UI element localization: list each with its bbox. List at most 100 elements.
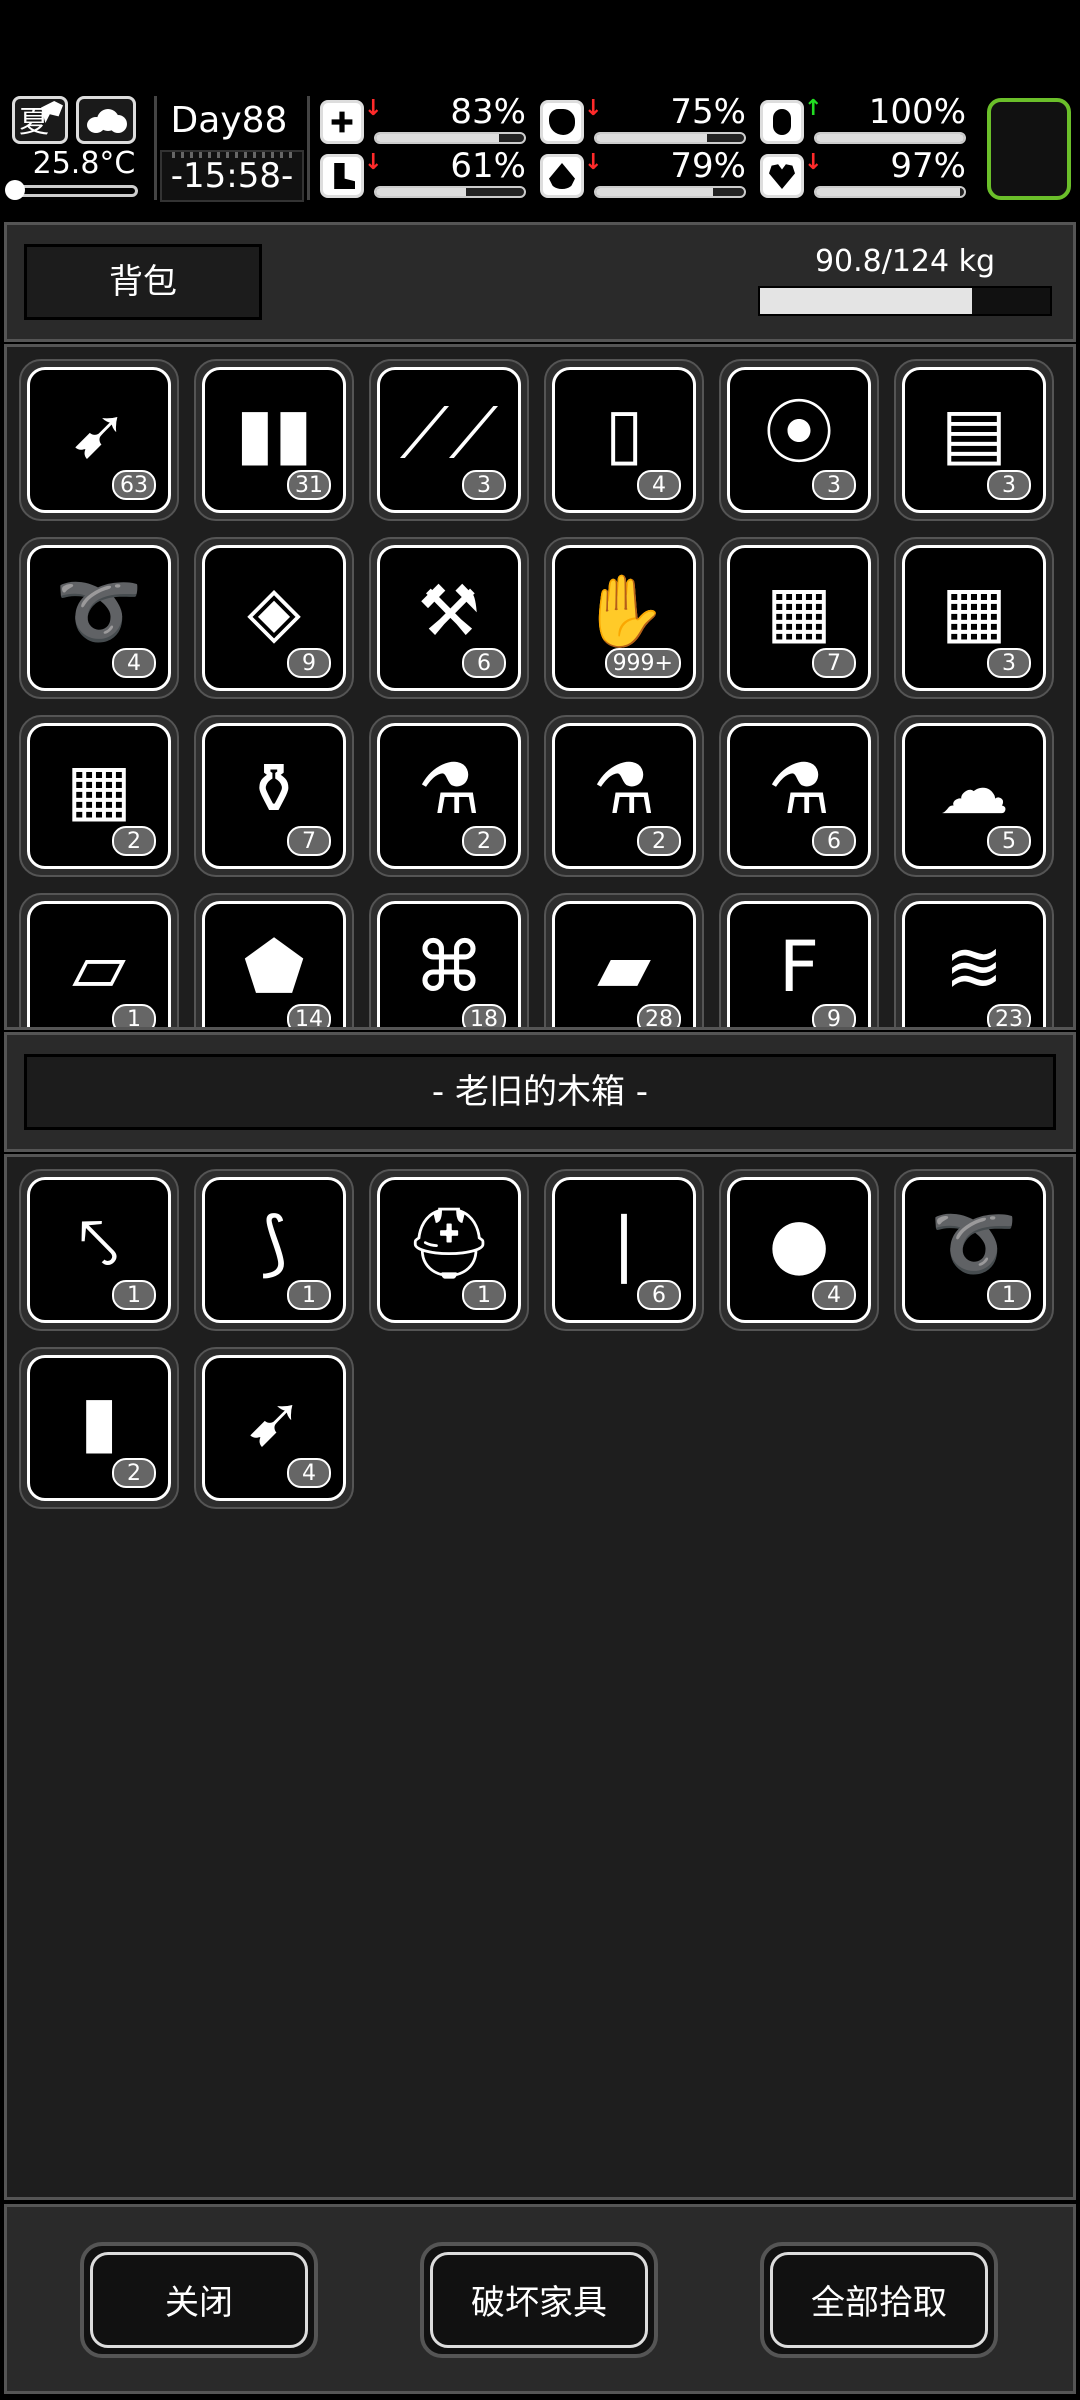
stat-value: 83%: [450, 92, 526, 132]
item-count: 7: [287, 826, 331, 856]
item-count: 1: [287, 1280, 331, 1310]
pistol-rounds-icon: ●: [768, 1202, 830, 1284]
item-slot[interactable]: ▦ 3: [894, 537, 1054, 699]
flour-sack-icon: F: [778, 926, 820, 1008]
item-frame: ➹ 4: [202, 1355, 346, 1501]
spear-icon: ⤣: [79, 1202, 119, 1284]
item-frame: ⚒ 6: [377, 545, 521, 691]
stat-medicine: ↑ 100%: [760, 92, 970, 148]
trend-up-icon: ↑: [804, 96, 823, 121]
carry-weight: 90.8/124 kg: [814, 244, 996, 279]
item-frame: ⚗ 2: [552, 723, 696, 869]
item-slot[interactable]: ☁ 5: [894, 715, 1054, 877]
temperature: 25.8°C: [32, 146, 136, 181]
rope-icon: ➰: [930, 1202, 1018, 1284]
item-slot[interactable]: ➹ 63: [19, 359, 179, 521]
water-drop-icon: [540, 154, 584, 198]
item-count: 9: [812, 1004, 856, 1027]
trend-down-icon: ↓: [364, 150, 383, 175]
stat-bar: [594, 186, 746, 198]
medkit-icon: [320, 100, 364, 144]
ice-cubes-icon: ◈: [247, 570, 301, 652]
towel-icon: ▤: [940, 392, 1008, 474]
item-frame: ➹ 63: [27, 367, 171, 513]
item-frame: ⦿ 3: [727, 367, 871, 513]
item-slot[interactable]: ⟆ 1: [194, 1169, 354, 1331]
item-slot[interactable]: ▯ 4: [544, 359, 704, 521]
carry-weight-bar: [758, 286, 1052, 316]
item-frame: ● 4: [727, 1177, 871, 1323]
item-frame: ➰ 4: [27, 545, 171, 691]
potion-iv-icon: ⚗: [767, 748, 831, 830]
equip-slot[interactable]: [987, 98, 1071, 200]
item-count: 14: [287, 1004, 331, 1027]
item-slot[interactable]: ✋ 999+: [544, 537, 704, 699]
item-frame: ▦ 3: [902, 545, 1046, 691]
item-frame: ⚱ 7: [202, 723, 346, 869]
item-frame: ▤ 3: [902, 367, 1046, 513]
item-slot[interactable]: ❘ 6: [544, 1169, 704, 1331]
item-frame: ✋ 999+: [552, 545, 696, 691]
item-slot[interactable]: ▱ 1: [19, 893, 179, 1027]
item-slot[interactable]: F9: [719, 893, 879, 1027]
item-slot[interactable]: ➰ 1: [894, 1169, 1054, 1331]
item-slot[interactable]: ▦ 2: [19, 715, 179, 877]
item-slot[interactable]: ➹ 4: [194, 1347, 354, 1509]
item-frame: ⟋⟋ 3: [377, 367, 521, 513]
item-slot[interactable]: ⟋⟋ 3: [369, 359, 529, 521]
item-slot[interactable]: ◈ 9: [194, 537, 354, 699]
cloth-icon: ☁: [939, 748, 1009, 830]
item-frame: ➰ 1: [902, 1177, 1046, 1323]
item-slot[interactable]: ▤ 3: [894, 359, 1054, 521]
meat-skewer-icon: ⦿: [764, 392, 834, 474]
item-frame: ⟆ 1: [202, 1177, 346, 1323]
brick-icon: ▰: [597, 926, 651, 1008]
trend-down-icon: ↓: [584, 96, 603, 121]
stat-bar: [814, 132, 966, 144]
item-frame: ❘ 6: [552, 1177, 696, 1323]
item-slot[interactable]: ⚱ 7: [194, 715, 354, 877]
stat-mood: ↓ 97%: [760, 146, 970, 202]
close-button[interactable]: 关闭: [80, 2242, 318, 2358]
item-slot[interactable]: ⛑ 1: [369, 1169, 529, 1331]
day-counter: Day88: [170, 100, 288, 141]
backpack-tab[interactable]: 背包: [24, 244, 262, 320]
zombie-card-icon: ✋: [580, 570, 668, 652]
take-all-button[interactable]: 全部拾取: [760, 2242, 998, 2358]
item-slot[interactable]: ⚗ 2: [369, 715, 529, 877]
stat-value: 100%: [868, 92, 966, 132]
item-count: 2: [112, 1458, 156, 1488]
helmet-icon: ⛑: [404, 1202, 494, 1284]
scrap-metal-icon: ⌘: [414, 926, 484, 1008]
item-count: 1: [112, 1004, 156, 1027]
item-slot[interactable]: ⦿ 3: [719, 359, 879, 521]
item-count: 4: [112, 648, 156, 678]
item-slot[interactable]: ▰ 28: [544, 893, 704, 1027]
bow-icon: ⟆: [260, 1202, 288, 1284]
item-slot[interactable]: ▦ 7: [719, 537, 879, 699]
item-slot[interactable]: ▮▮ 31: [194, 359, 354, 521]
item-slot[interactable]: ⚒ 6: [369, 537, 529, 699]
item-count: 2: [462, 826, 506, 856]
item-slot[interactable]: ➰ 4: [19, 537, 179, 699]
item-slot[interactable]: ⚗ 6: [719, 715, 879, 877]
item-count: 28: [637, 1004, 681, 1027]
item-slot[interactable]: ● 4: [719, 1169, 879, 1331]
item-slot[interactable]: ⌘ 18: [369, 893, 529, 1027]
potion-vi-icon: ⚗: [417, 748, 481, 830]
stat-hunger: ↓ 75%: [540, 92, 750, 148]
stat-value: 79%: [670, 146, 746, 186]
item-count: 4: [287, 1458, 331, 1488]
stat-value: 75%: [670, 92, 746, 132]
item-slot[interactable]: ⬟ 14: [194, 893, 354, 1027]
weather-indicator: [76, 96, 136, 144]
stat-bar: [374, 186, 526, 198]
item-slot[interactable]: ▮ 2: [19, 1347, 179, 1509]
item-slot[interactable]: ⤣ 1: [19, 1169, 179, 1331]
item-slot[interactable]: ⚗ 2: [544, 715, 704, 877]
item-count: 4: [637, 470, 681, 500]
item-count: 3: [462, 470, 506, 500]
item-slot[interactable]: ≋ 23: [894, 893, 1054, 1027]
destroy-furniture-button[interactable]: 破坏家具: [420, 2242, 658, 2358]
backpack-grid: ➹ 63 ▮▮ 31 ⟋⟋ 3 ▯ 4 ⦿ 3 ▤ 3 ➰ 4 ◈ 9 ⚒ 6 ✋ 999+ ▦ 7 ▦ 3 ▦ 2 ⚱ 7 ⚗ 2 ⚗ 2 ⚗…: [4, 344, 1076, 1030]
